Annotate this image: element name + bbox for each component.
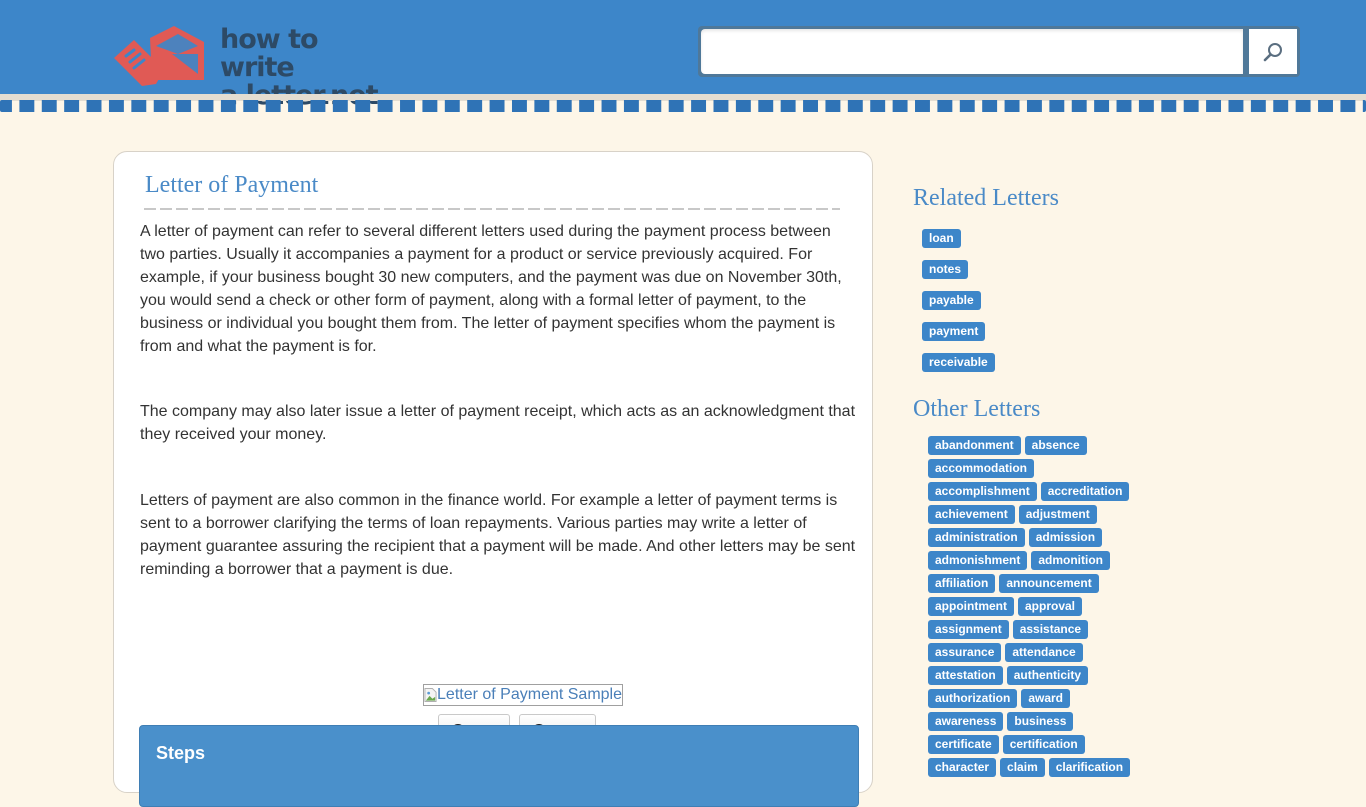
other-tag[interactable]: award [1021, 689, 1071, 708]
other-tag[interactable]: admonishment [928, 551, 1028, 570]
other-tag[interactable]: awareness [928, 712, 1004, 731]
other-tag[interactable]: attendance [1005, 643, 1083, 662]
letter-pencil-logo-icon [114, 26, 204, 86]
steps-panel: Steps [139, 725, 859, 807]
related-letters-list: loan notes payable payment receivable [922, 229, 995, 384]
paragraph: Letters of payment are also common in th… [140, 492, 856, 578]
logo-line-1: how to write [220, 24, 319, 83]
other-tag[interactable]: accommodation [928, 459, 1035, 478]
other-tag[interactable]: certification [1002, 735, 1085, 754]
other-letters-heading: Other Letters [913, 396, 1041, 422]
other-letters-list: abandonment absence accommodation accomp… [928, 436, 1143, 777]
site-header: how to write a letter.net [0, 0, 1366, 110]
search-input[interactable] [701, 29, 1243, 74]
paragraph: The company may also later issue a lette… [140, 403, 856, 443]
page-title: Letter of Payment [145, 172, 319, 198]
other-tag[interactable]: appointment [928, 597, 1014, 616]
search-form [698, 26, 1300, 77]
other-tag[interactable]: accreditation [1040, 482, 1130, 501]
related-letters-heading: Related Letters [913, 185, 1059, 211]
paragraph: A letter of payment can refer to several… [140, 223, 842, 355]
other-tag[interactable]: affiliation [928, 574, 996, 593]
other-tag[interactable]: business [1007, 712, 1074, 731]
related-tag[interactable]: payable [922, 291, 981, 310]
other-tag[interactable]: authenticity [1006, 666, 1089, 685]
other-tag[interactable]: assurance [928, 643, 1002, 662]
other-tag[interactable]: attestation [928, 666, 1003, 685]
other-tag[interactable]: admission [1028, 528, 1103, 547]
search-icon [1263, 42, 1282, 61]
related-tag[interactable]: payment [922, 322, 986, 341]
other-tag[interactable]: absence [1024, 436, 1087, 455]
title-divider [144, 203, 840, 210]
other-tag[interactable]: authorization [928, 689, 1018, 708]
search-button[interactable] [1249, 29, 1297, 74]
related-tag[interactable]: receivable [922, 353, 995, 372]
stitch-border [0, 100, 1366, 112]
other-tag[interactable]: admonition [1031, 551, 1111, 570]
other-tag[interactable]: assistance [1012, 620, 1089, 639]
related-tag[interactable]: loan [922, 229, 961, 248]
other-tag[interactable]: announcement [999, 574, 1099, 593]
steps-heading: Steps [156, 743, 206, 763]
other-tag[interactable]: abandonment [928, 436, 1021, 455]
other-tag[interactable]: achievement [928, 505, 1015, 524]
other-tag[interactable]: approval [1018, 597, 1083, 616]
sample-image-alt-text: Letter of Payment Sample [437, 686, 622, 703]
other-tag[interactable]: accomplishment [928, 482, 1037, 501]
other-tag[interactable]: assignment [928, 620, 1009, 639]
other-tag[interactable]: certificate [928, 735, 999, 754]
other-tag[interactable]: administration [928, 528, 1025, 547]
site-logo[interactable]: how to write a letter.net [112, 24, 382, 110]
other-tag[interactable]: adjustment [1018, 505, 1097, 524]
sample-image[interactable]: Letter of Payment Sample [423, 684, 623, 706]
article-card: Letter of Payment A letter of payment ca… [113, 151, 873, 807]
broken-image-icon [424, 688, 437, 702]
related-tag[interactable]: notes [922, 260, 969, 279]
